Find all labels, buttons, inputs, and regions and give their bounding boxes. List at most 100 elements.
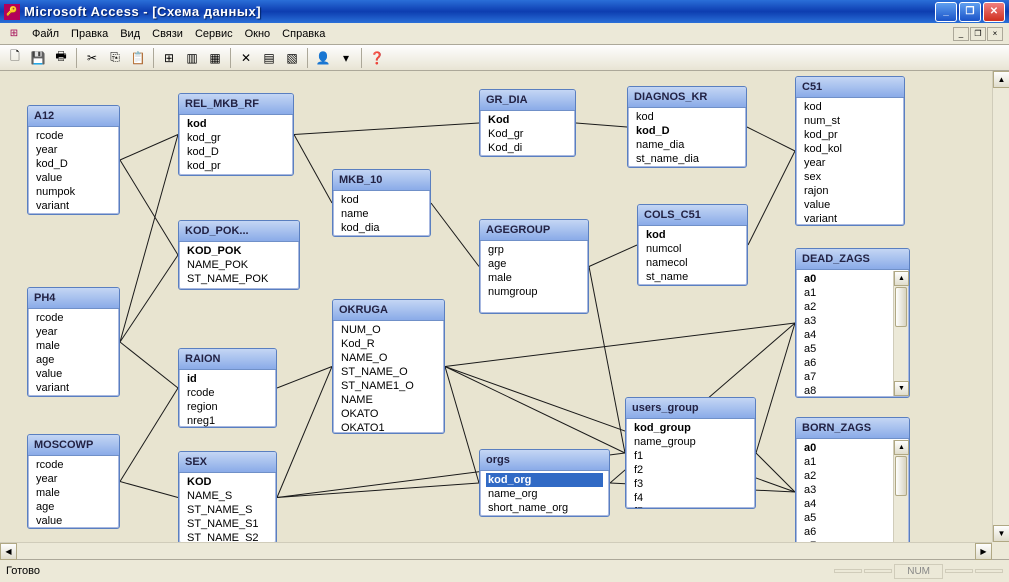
field-item[interactable]: f2 bbox=[632, 463, 749, 477]
field-item[interactable]: year bbox=[34, 143, 113, 157]
field-item[interactable]: value bbox=[34, 171, 113, 185]
field-item[interactable]: kod_gr bbox=[185, 131, 287, 145]
field-item[interactable]: kod_D bbox=[634, 124, 740, 138]
field-item[interactable]: name_org bbox=[486, 487, 603, 501]
vertical-scrollbar[interactable]: ▲ ▼ bbox=[992, 71, 1009, 542]
table-SEX[interactable]: SEXKODNAME_SST_NAME_SST_NAME_S1ST_NAME_S… bbox=[178, 451, 277, 542]
field-item[interactable]: kod bbox=[634, 110, 740, 124]
field-item[interactable]: kod_kol bbox=[802, 142, 898, 156]
field-item[interactable]: KOD bbox=[185, 475, 270, 489]
minimize-button[interactable]: _ bbox=[935, 2, 957, 22]
table-OKRUGA[interactable]: OKRUGANUM_OKod_RNAME_OST_NAME_OST_NAME1_… bbox=[332, 299, 445, 434]
field-item[interactable]: ST_NAME_O bbox=[339, 365, 438, 379]
field-item[interactable]: male bbox=[34, 486, 113, 500]
field-item[interactable]: a6 bbox=[802, 356, 891, 370]
field-item[interactable]: kod bbox=[185, 117, 287, 131]
menu-сервис[interactable]: Сервис bbox=[189, 26, 239, 42]
show-direct-button[interactable]: ▥ bbox=[181, 47, 203, 69]
field-item[interactable]: a2 bbox=[802, 469, 891, 483]
field-item[interactable]: numpok bbox=[34, 185, 113, 199]
field-item[interactable]: OKATO1 bbox=[339, 421, 438, 434]
table-REL_MKB_RF[interactable]: REL_MKB_RFkodkod_grkod_Dkod_pr bbox=[178, 93, 294, 176]
field-item[interactable]: year bbox=[802, 156, 898, 170]
field-item[interactable]: NAME_S bbox=[185, 489, 270, 503]
field-item[interactable]: st_name bbox=[644, 270, 741, 284]
field-item[interactable]: ST_NAME_POK bbox=[185, 272, 293, 286]
field-item[interactable]: KOD_POK bbox=[185, 244, 293, 258]
mdi-close-button[interactable]: × bbox=[987, 27, 1003, 41]
table-header[interactable]: AGEGROUP bbox=[480, 220, 588, 241]
field-item[interactable]: a5 bbox=[802, 342, 891, 356]
show-table-button[interactable]: ⊞ bbox=[158, 47, 180, 69]
field-item[interactable]: a5 bbox=[802, 511, 891, 525]
table-COLS_C51[interactable]: COLS_C51kodnumcolnamecolst_name bbox=[637, 204, 748, 286]
table-header[interactable]: MKB_10 bbox=[333, 170, 430, 191]
field-item[interactable]: region bbox=[185, 400, 270, 414]
field-item[interactable]: rcode bbox=[34, 129, 113, 143]
field-item[interactable]: NAME_POK bbox=[185, 258, 293, 272]
table-C51[interactable]: C51kodnum_stkod_prkod_kolyearsexrajonval… bbox=[795, 76, 905, 226]
field-item[interactable]: name_group bbox=[632, 435, 749, 449]
field-item[interactable]: male bbox=[486, 271, 582, 285]
print-button[interactable]: 🖶 bbox=[50, 47, 72, 69]
table-header[interactable]: MOSCOWP bbox=[28, 435, 119, 456]
menu-справка[interactable]: Справка bbox=[276, 26, 331, 42]
field-item[interactable]: ST_NAME_S bbox=[185, 503, 270, 517]
menu-правка[interactable]: Правка bbox=[65, 26, 114, 42]
table-GR_DIA[interactable]: GR_DIAKodKod_grKod_di bbox=[479, 89, 576, 157]
table-header[interactable]: COLS_C51 bbox=[638, 205, 747, 226]
field-item[interactable]: numgroup bbox=[486, 285, 582, 299]
field-item[interactable]: rcode bbox=[34, 458, 113, 472]
scroll-up-icon[interactable]: ▲ bbox=[894, 271, 909, 286]
field-item[interactable]: a4 bbox=[802, 497, 891, 511]
field-item[interactable]: kod_D bbox=[185, 145, 287, 159]
field-item[interactable]: kod_group bbox=[632, 421, 749, 435]
field-list-scrollbar[interactable]: ▲▼ bbox=[893, 271, 908, 396]
field-item[interactable]: age bbox=[34, 500, 113, 514]
field-item[interactable]: rajon bbox=[802, 184, 898, 198]
field-item[interactable]: a3 bbox=[802, 314, 891, 328]
table-users_group[interactable]: users_groupkod_groupname_groupf1f2f3f4f5 bbox=[625, 397, 756, 509]
field-item[interactable]: a0 bbox=[802, 272, 891, 286]
field-item[interactable]: OKATO bbox=[339, 407, 438, 421]
layout2-button[interactable]: ▧ bbox=[281, 47, 303, 69]
field-item[interactable]: Kod_gr bbox=[486, 127, 569, 141]
field-item[interactable]: a4 bbox=[802, 328, 891, 342]
field-item[interactable]: variant bbox=[34, 199, 113, 213]
help-button[interactable]: ❓ bbox=[366, 47, 388, 69]
table-header[interactable]: BORN_ZAGS bbox=[796, 418, 909, 439]
menu-файл[interactable]: Файл bbox=[26, 26, 65, 42]
field-item[interactable]: rcode bbox=[34, 311, 113, 325]
field-item[interactable]: year bbox=[34, 325, 113, 339]
table-PH4[interactable]: PH4rcodeyearmaleagevaluevariant bbox=[27, 287, 120, 397]
menu-связи[interactable]: Связи bbox=[146, 26, 189, 42]
relationships-canvas[interactable]: A12rcodeyearkod_DvaluenumpokvariantPH4rc… bbox=[0, 71, 992, 542]
table-MOSCOWP[interactable]: MOSCOWPrcodeyearmaleagevalue bbox=[27, 434, 120, 529]
menu-окно[interactable]: Окно bbox=[239, 26, 277, 42]
field-item[interactable]: name bbox=[339, 207, 424, 221]
table-KOD_POK[interactable]: KOD_POK...KOD_POKNAME_POKST_NAME_POK bbox=[178, 220, 300, 290]
scroll-left-icon[interactable]: ◀ bbox=[0, 543, 17, 560]
horizontal-scrollbar[interactable]: ◀ ▶ bbox=[0, 542, 992, 559]
field-item[interactable]: a1 bbox=[802, 286, 891, 300]
field-item[interactable]: a1 bbox=[802, 455, 891, 469]
field-item[interactable]: nreg1 bbox=[185, 414, 270, 428]
mdi-minimize-button[interactable]: _ bbox=[953, 27, 969, 41]
scroll-up-icon[interactable]: ▲ bbox=[894, 440, 909, 455]
cut-button[interactable]: ✂ bbox=[81, 47, 103, 69]
field-item[interactable]: namecol bbox=[644, 256, 741, 270]
field-item[interactable]: a0 bbox=[802, 441, 891, 455]
field-item[interactable]: a3 bbox=[802, 483, 891, 497]
table-header[interactable]: A12 bbox=[28, 106, 119, 127]
scroll-right-icon[interactable]: ▶ bbox=[975, 543, 992, 560]
field-item[interactable]: short_name_org bbox=[486, 501, 603, 515]
table-header[interactable]: DIAGNOS_KR bbox=[628, 87, 746, 108]
table-AGEGROUP[interactable]: AGEGROUPgrpagemalenumgroup bbox=[479, 219, 589, 314]
field-item[interactable]: NUM_O bbox=[339, 323, 438, 337]
field-item[interactable]: kod bbox=[802, 100, 898, 114]
field-item[interactable]: kod_org bbox=[486, 473, 603, 487]
field-item[interactable]: numcol bbox=[644, 242, 741, 256]
field-item[interactable]: kod_dia bbox=[339, 221, 424, 235]
table-header[interactable]: PH4 bbox=[28, 288, 119, 309]
field-item[interactable]: a2 bbox=[802, 300, 891, 314]
